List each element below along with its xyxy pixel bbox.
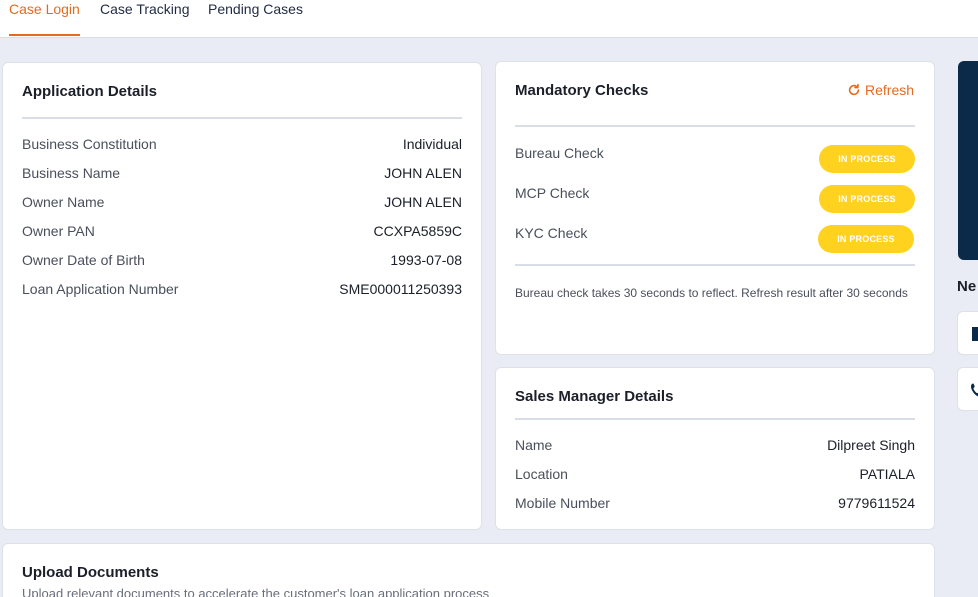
top-nav: Case Login Case Tracking Pending Cases [0,0,978,38]
refresh-icon [848,83,860,96]
upload-documents-subtitle: Upload relevant documents to accelerate … [22,586,490,597]
tab-pending-cases[interactable]: Pending Cases [208,2,303,36]
loan-application-number-label: Loan Application Number [22,281,179,297]
manager-name-label: Name [515,437,553,453]
refresh-button[interactable]: Refresh [847,82,914,98]
mandatory-checks-title: Mandatory Checks [515,82,649,99]
application-details-title: Application Details [22,83,158,100]
business-name-value: JOHN ALEN [384,165,462,181]
owner-name-value: JOHN ALEN [384,194,462,210]
divider [515,418,915,420]
divider [515,125,915,127]
manager-name-value: Dilpreet Singh [827,437,915,453]
owner-dob-value: 1993-07-08 [390,252,462,268]
bureau-check-status-badge: IN PROCESS [819,145,915,173]
manager-mobile-label: Mobile Number [515,495,610,511]
side-document-button[interactable] [957,311,978,355]
manager-location-value: PATIALA [859,466,915,482]
upload-documents-title: Upload Documents [22,564,159,581]
loan-application-number-value: SME000011250393 [339,281,462,297]
sales-manager-title: Sales Manager Details [515,388,674,405]
side-phone-button[interactable] [957,367,978,411]
business-name-label: Business Name [22,165,121,181]
side-banner [958,61,978,260]
divider [515,264,915,266]
bureau-check-note: Bureau check takes 30 seconds to reflect… [515,286,908,300]
refresh-label: Refresh [865,82,915,98]
kyc-check-label: KYC Check [515,225,588,241]
owner-dob-label: Owner Date of Birth [22,252,145,268]
tab-case-login[interactable]: Case Login [9,2,80,36]
side-heading: Ne [957,278,977,295]
mcp-check-status-badge: IN PROCESS [819,185,915,213]
owner-pan-label: Owner PAN [22,223,95,239]
document-icon [972,327,978,341]
business-constitution-value: Individual [402,136,462,152]
divider [22,117,462,119]
manager-mobile-value: 9779611524 [838,495,915,511]
business-constitution-label: Business Constitution [22,136,157,152]
phone-icon [971,383,978,397]
mcp-check-label: MCP Check [515,185,590,201]
tab-case-tracking[interactable]: Case Tracking [100,2,189,36]
owner-pan-value: CCXPA5859C [373,223,462,239]
owner-name-label: Owner Name [22,194,105,210]
bureau-check-label: Bureau Check [515,145,604,161]
kyc-check-status-badge: IN PROCESS [818,225,914,253]
manager-location-label: Location [515,466,568,482]
